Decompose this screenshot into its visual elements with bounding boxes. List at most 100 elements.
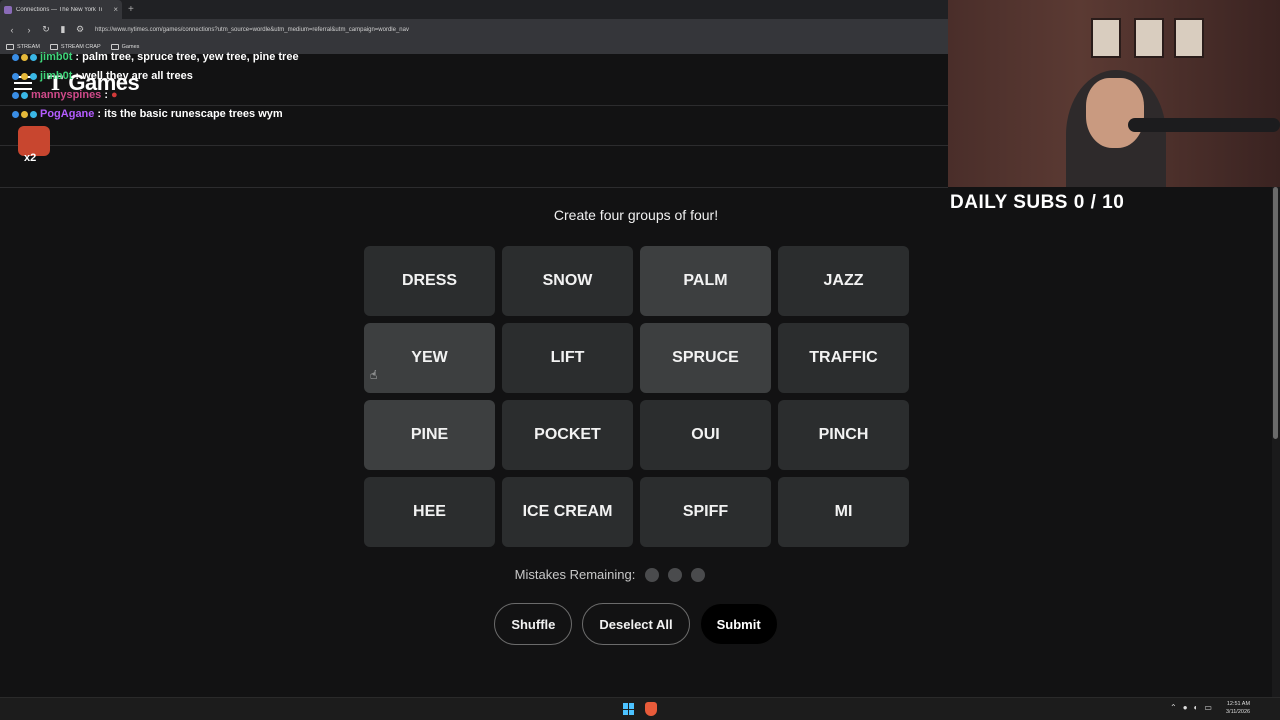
chat-message: PogAgane: its the basic runescape trees … — [12, 108, 283, 120]
chat-badges — [12, 110, 37, 118]
clock-time: 12:51 AM — [1226, 701, 1251, 707]
mistakes-remaining: Mistakes Remaining: — [0, 567, 1220, 582]
nyt-toolbar — [0, 146, 948, 188]
word-card-selected[interactable]: YEW — [364, 323, 495, 393]
bookmark-label: STREAM CRAP — [60, 44, 101, 50]
bookmark-folder-stream-crap[interactable]: STREAM CRAP — [49, 44, 101, 50]
badge-icon — [12, 72, 19, 80]
new-tab-icon[interactable]: + — [128, 4, 134, 15]
chat-message: jimb0t: palm tree, spruce tree, yew tree… — [12, 51, 299, 63]
volume-icon[interactable]: ◐ — [1194, 703, 1199, 712]
url-field[interactable]: https://www.nytimes.com/games/connection… — [95, 27, 409, 33]
word-card[interactable]: HEE — [364, 477, 495, 547]
word-grid: DRESS SNOW PALM JAZZ YEW LIFT SPRUCE TRA… — [364, 246, 910, 547]
screen: Connections — The New York Ti × + ‹ › ↻ … — [0, 0, 1280, 720]
scrollbar-thumb[interactable] — [1273, 187, 1278, 439]
word-card[interactable]: SNOW — [502, 246, 633, 316]
word-card[interactable]: TRAFFIC — [778, 323, 909, 393]
webcam-feed — [948, 0, 1280, 187]
system-tray: ⌃ ● ◐ ▭ — [1170, 703, 1212, 712]
word-card-selected[interactable]: PINE — [364, 400, 495, 470]
chevron-up-icon[interactable]: ⌃ — [1170, 703, 1177, 712]
badge-icon — [21, 72, 28, 80]
mistake-dots — [645, 567, 706, 582]
bookmark-folder-stream[interactable]: STREAM — [6, 44, 40, 50]
deselect-all-button[interactable]: Deselect All — [582, 603, 690, 645]
chat-message: mannyspines: ● — [12, 89, 118, 101]
badge-icon — [12, 91, 19, 99]
word-card[interactable]: PINCH — [778, 400, 909, 470]
badge-icon — [30, 53, 37, 61]
wall-frame-image — [1134, 18, 1164, 58]
submit-button[interactable]: Submit — [699, 603, 778, 645]
shuffle-button[interactable]: Shuffle — [494, 603, 573, 645]
game-controls: Shuffle Deselect All Submit — [0, 603, 1272, 645]
reload-icon[interactable]: ↻ — [41, 24, 51, 35]
back-icon[interactable]: ‹ — [7, 25, 17, 35]
tab-close-icon[interactable]: × — [113, 5, 118, 14]
chat-badges — [12, 91, 28, 99]
badge-icon — [21, 110, 28, 118]
site-info-icon[interactable]: ⚙ — [75, 24, 85, 35]
bookmark-label: Games — [121, 44, 140, 50]
word-card[interactable]: POCKET — [502, 400, 633, 470]
badge-icon — [12, 110, 19, 118]
taskbar-clock[interactable]: 12:51 AM 3/11/2026 — [1226, 700, 1250, 716]
chat-badges — [12, 53, 37, 61]
word-card[interactable]: MI — [778, 477, 909, 547]
clock-date: 3/11/2026 — [1226, 709, 1251, 715]
folder-icon — [110, 44, 119, 50]
emote-icon: ● — [111, 89, 118, 101]
word-card[interactable]: LIFT — [502, 323, 633, 393]
badge-icon — [30, 110, 37, 118]
badge-icon — [21, 91, 28, 99]
chat-text: : palm tree, spruce tree, yew tree, pine… — [75, 51, 299, 63]
microphone-arm-image — [1128, 118, 1280, 132]
chat-emote: x2 — [18, 126, 52, 168]
badge-icon — [30, 72, 37, 80]
chat-message: jimb0t: well they are all trees — [12, 70, 193, 82]
mouse-cursor-icon: ☝ — [370, 368, 378, 382]
chat-username: jimb0t — [40, 70, 73, 82]
word-card[interactable]: JAZZ — [778, 246, 909, 316]
tab-title: Connections — The New York Ti — [16, 6, 103, 13]
connections-favicon-icon — [4, 5, 12, 14]
mistake-dot — [691, 567, 706, 582]
chat-username: PogAgane — [40, 108, 95, 120]
microphone-icon[interactable]: ● — [1183, 703, 1188, 712]
word-card-selected[interactable]: SPRUCE — [640, 323, 771, 393]
address-bar: ‹ › ↻ ▮ ⚙ https://www.nytimes.com/games/… — [0, 19, 948, 40]
word-card-selected[interactable]: PALM — [640, 246, 771, 316]
network-icon[interactable]: ▭ — [1204, 703, 1212, 712]
chat-badges — [12, 72, 37, 80]
word-card[interactable]: ICE CREAM — [502, 477, 633, 547]
chat-text: : ● — [104, 89, 118, 101]
bookmark-folder-games[interactable]: Games — [110, 44, 140, 50]
page-scrollbar[interactable] — [1272, 187, 1280, 697]
chat-text: : its the basic runescape trees wym — [97, 108, 283, 120]
folder-icon — [6, 44, 14, 50]
folder-icon — [49, 44, 58, 50]
windows-taskbar: ⌃ ● ◐ ▭ 12:51 AM 3/11/2026 — [0, 697, 1280, 720]
mistake-dot — [645, 567, 660, 582]
badge-icon — [21, 53, 28, 61]
emote-multiplier: x2 — [24, 152, 37, 164]
forward-icon[interactable]: › — [24, 25, 34, 35]
browser-tab-bar: Connections — The New York Ti × + — [0, 0, 948, 19]
streamer-face-image — [1086, 78, 1144, 148]
word-card[interactable]: SPIFF — [640, 477, 771, 547]
word-card[interactable]: OUI — [640, 400, 771, 470]
windows-start-icon[interactable] — [623, 703, 635, 715]
bookmark-icon[interactable]: ▮ — [58, 24, 68, 35]
bookmark-label: STREAM — [17, 44, 40, 50]
chat-username: mannyspines — [31, 89, 102, 101]
badge-icon — [12, 53, 19, 61]
brave-browser-icon[interactable] — [645, 702, 657, 716]
game-prompt: Create four groups of four! — [553, 207, 719, 223]
chat-text: : well they are all trees — [75, 70, 193, 82]
browser-tab[interactable]: Connections — The New York Ti × — [0, 0, 122, 19]
wall-frame-image — [1174, 18, 1204, 58]
word-card[interactable]: DRESS — [364, 246, 495, 316]
chat-username: jimb0t — [40, 51, 73, 63]
mistakes-label: Mistakes Remaining: — [514, 567, 636, 582]
